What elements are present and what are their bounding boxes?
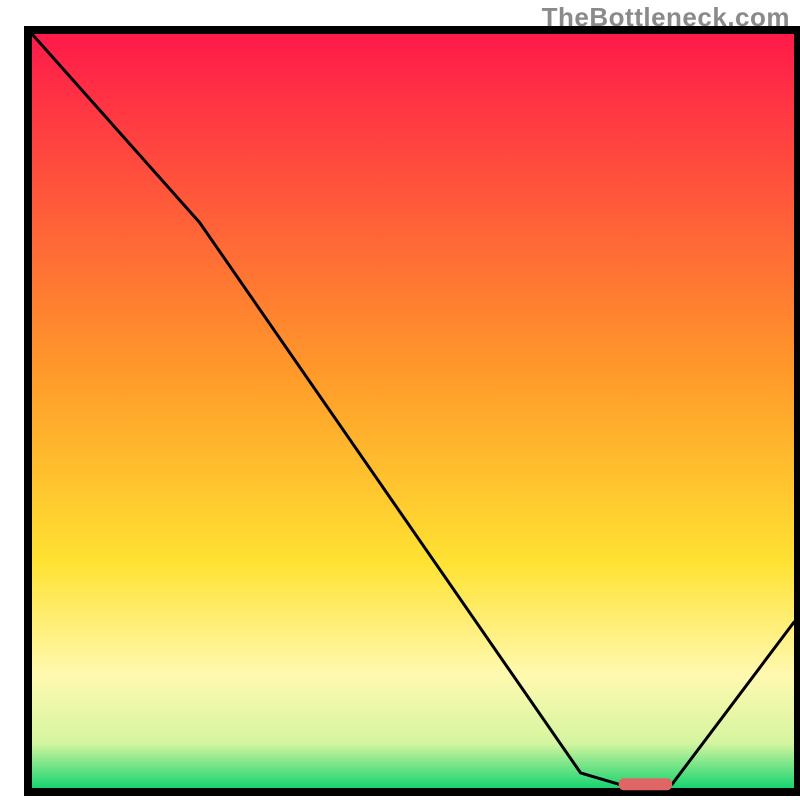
plot-border-top [24,26,800,34]
chart-frame: TheBottleneck.com [0,0,800,800]
plot-border-bottom [24,788,800,796]
optimal-range-marker [619,778,672,790]
bottleneck-chart [0,0,800,800]
plot-border-right [794,26,800,796]
plot-border-left [24,26,32,796]
plot-background [32,34,794,788]
